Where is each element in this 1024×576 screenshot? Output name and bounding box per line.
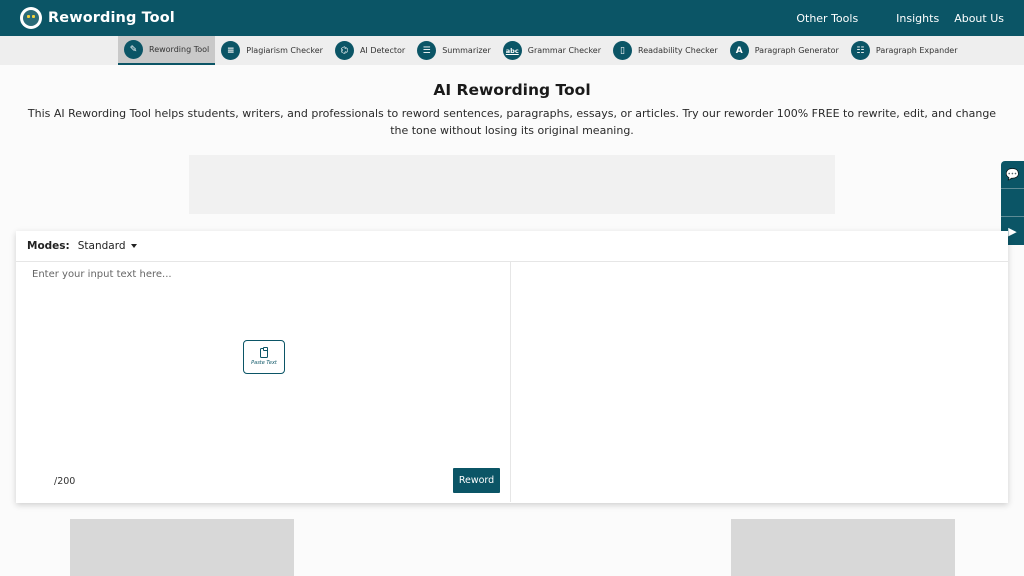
page-description: This AI Rewording Tool helps students, w… bbox=[27, 107, 997, 137]
page-title: AI Rewording Tool bbox=[433, 81, 591, 99]
tool-label: AI Detector bbox=[359, 46, 406, 55]
robot-logo-icon bbox=[20, 7, 42, 29]
clipboard-icon bbox=[260, 346, 268, 358]
nav-about-us[interactable]: About Us bbox=[954, 12, 1004, 25]
brand[interactable]: Rewording Tool bbox=[20, 7, 175, 29]
caret-down-icon bbox=[130, 244, 137, 248]
tool-ai-detector[interactable]: ⌬ AI Detector bbox=[329, 36, 411, 65]
chat-icon[interactable]: 💬 bbox=[1001, 161, 1024, 189]
search-lines-icon: ≡ bbox=[221, 41, 241, 60]
word-counter: /200 bbox=[54, 476, 76, 487]
abc-icon: abc bbox=[502, 41, 522, 60]
paste-text-button[interactable]: Paste Text bbox=[243, 340, 285, 374]
tool-rewording-tool[interactable]: ✎ Rewording Tool bbox=[118, 36, 216, 65]
output-pane bbox=[511, 262, 1008, 502]
modes-row: Modes: Standard bbox=[16, 231, 1008, 262]
tool-readability-checker[interactable]: ▯ Readability Checker bbox=[607, 36, 724, 65]
summary-doc-icon: ☰ bbox=[417, 41, 437, 60]
ad-banner-bottom-left bbox=[70, 519, 294, 576]
ad-banner-bottom-right bbox=[731, 519, 955, 576]
nav-insights[interactable]: Insights bbox=[896, 12, 939, 25]
tool-label: Grammar Checker bbox=[527, 46, 601, 55]
rewording-editor: Modes: Standard Paste Text /200 Reword bbox=[16, 231, 1008, 503]
input-pane: Paste Text /200 Reword bbox=[16, 262, 511, 502]
brand-name: Rewording Tool bbox=[48, 10, 175, 26]
tools-bar: ✎ Rewording Tool ≡ Plagiarism Checker ⌬ … bbox=[0, 36, 1024, 65]
tool-label: Plagiarism Checker bbox=[246, 46, 323, 55]
tool-label: Readability Checker bbox=[638, 46, 718, 55]
tool-grammar-checker[interactable]: abc Grammar Checker bbox=[497, 36, 607, 65]
nav-other-tools[interactable]: Other Tools bbox=[796, 12, 858, 25]
paragraph-gen-icon: A bbox=[729, 41, 749, 60]
tool-paragraph-generator[interactable]: A Paragraph Generator bbox=[724, 36, 845, 65]
modes-label: Modes: bbox=[27, 240, 70, 252]
paste-text-label: Paste Text bbox=[251, 360, 277, 366]
list-expand-icon: ☷ bbox=[850, 41, 870, 60]
tool-label: Rewording Tool bbox=[149, 45, 210, 54]
ad-banner-top bbox=[189, 155, 835, 214]
mode-dropdown[interactable]: Standard bbox=[78, 240, 137, 252]
tool-plagiarism-checker[interactable]: ≡ Plagiarism Checker bbox=[215, 36, 329, 65]
top-nav: Other Tools Insights About Us bbox=[796, 12, 1004, 25]
mode-selected: Standard bbox=[77, 240, 126, 252]
tool-paragraph-expander[interactable]: ☷ Paragraph Expander bbox=[845, 36, 964, 65]
apple-icon[interactable] bbox=[1001, 189, 1024, 217]
top-header: Rewording Tool Other Tools Insights Abou… bbox=[0, 0, 1024, 36]
edit-doc-icon: ✎ bbox=[124, 40, 143, 59]
tool-label: Paragraph Generator bbox=[754, 46, 839, 55]
tool-label: Paragraph Expander bbox=[875, 46, 958, 55]
book-icon: ▯ bbox=[613, 41, 632, 60]
tool-label: Summarizer bbox=[442, 46, 491, 55]
tool-summarizer[interactable]: ☰ Summarizer bbox=[411, 36, 497, 65]
reword-button[interactable]: Reword bbox=[453, 468, 500, 493]
robot-scan-icon: ⌬ bbox=[334, 41, 354, 60]
